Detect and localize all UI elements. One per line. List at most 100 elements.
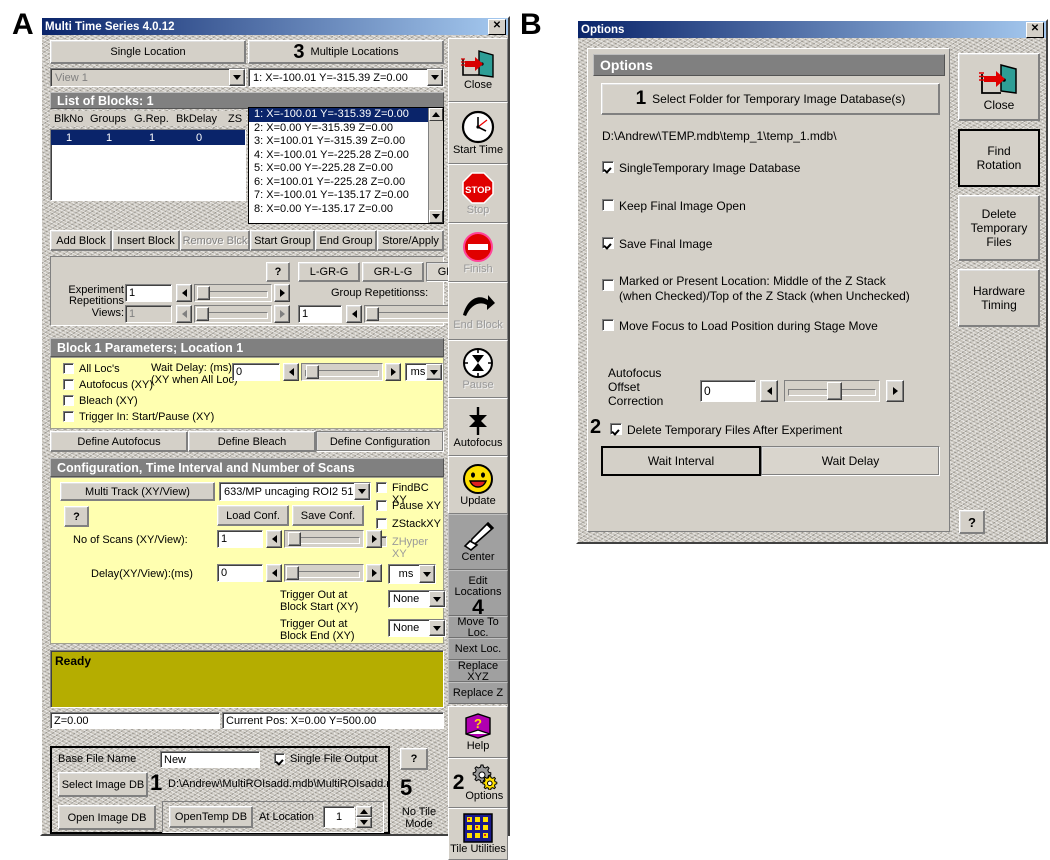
configuration-combo[interactable]: 633/MP uncaging ROI2 512 <box>219 482 371 501</box>
checkbox-box[interactable] <box>602 199 614 211</box>
list-item[interactable]: 8: X=0.00 Y=-135.17 Z=0.00 <box>249 203 443 217</box>
delay-left-arrow[interactable] <box>266 564 282 582</box>
toolbar-start-time-button[interactable]: Start Time <box>448 102 508 164</box>
checkbox-box[interactable] <box>376 500 387 511</box>
options-close-button[interactable]: Close <box>958 53 1040 121</box>
block-table[interactable]: 1 1 1 0 <box>50 129 246 201</box>
list-item[interactable]: 7: X=-100.01 Y=-135.17 Z=0.00 <box>249 189 443 203</box>
toolbar-edit-locations-button[interactable]: Edit Locations 4 <box>448 570 508 618</box>
delay-units-combo[interactable]: ms <box>388 564 436 584</box>
experiment-rep-slider[interactable] <box>194 284 272 302</box>
toolbar-end-block-button[interactable]: End Block <box>448 282 508 340</box>
save-conf-button[interactable]: Save Conf. <box>292 505 364 526</box>
toolbar-finish-button[interactable]: Finish <box>448 223 508 282</box>
checkbox-pause-xy[interactable]: Pause XY <box>376 500 441 512</box>
checkbox-box[interactable] <box>63 363 74 374</box>
stepper-down-icon[interactable] <box>356 817 372 828</box>
checkbox-box[interactable] <box>63 395 74 406</box>
checkbox-box[interactable] <box>63 411 74 422</box>
toolbar-next-loc-button[interactable]: Next Loc. <box>448 638 508 660</box>
location-combo[interactable]: 1: X=-100.01 Y=-315.39 Z=0.00 <box>248 68 444 87</box>
group-repetitions-input[interactable]: 1 <box>298 305 342 323</box>
checkbox-box[interactable] <box>376 482 387 493</box>
views-left-arrow[interactable] <box>176 305 192 323</box>
checkbox-move-focus-load-position[interactable]: Move Focus to Load Position during Stage… <box>602 319 878 333</box>
wait-delay-button[interactable]: Wait Delay <box>761 446 940 476</box>
toolbar-replace-xyz-button[interactable]: Replace XYZ <box>448 660 508 682</box>
list-item[interactable]: 1: X=-100.01 Y=-315.39 Z=0.00 <box>249 108 443 122</box>
scans-right-arrow[interactable] <box>366 530 382 548</box>
scans-slider[interactable] <box>284 530 364 548</box>
define-bleach-button[interactable]: Define Bleach <box>188 431 316 452</box>
toolbar-close-button[interactable]: Close <box>448 38 508 102</box>
checkbox-autofocus-xy[interactable]: Autofocus (XY) <box>63 379 153 391</box>
trigger-out-start-combo[interactable]: None <box>388 590 446 608</box>
toolbar-center-button[interactable]: Center <box>448 514 508 570</box>
tab-multiple-locations[interactable]: 3 Multiple Locations <box>248 40 444 64</box>
checkbox-single-file-output[interactable]: Single File Output <box>274 753 377 765</box>
open-image-db-button[interactable]: Open Image DB <box>58 805 156 830</box>
toolbar-replace-z-button[interactable]: Replace Z <box>448 682 508 704</box>
load-conf-button[interactable]: Load Conf. <box>217 505 289 526</box>
options-help-button[interactable]: ? <box>959 510 985 534</box>
experiment-rep-left-arrow[interactable] <box>176 284 192 302</box>
order-grlg-button[interactable]: GR-L-G <box>362 262 424 282</box>
base-file-name-input[interactable]: New <box>160 751 260 768</box>
toolbar-move-to-loc-button[interactable]: Move To Loc. <box>448 616 508 638</box>
no-of-scans-input[interactable]: 1 <box>217 530 263 548</box>
views-input[interactable]: 1 <box>125 305 172 323</box>
dropdown-scrollbar[interactable] <box>428 108 443 223</box>
select-image-db-button[interactable]: Select Image DB <box>58 772 148 797</box>
hardware-timing-button[interactable]: Hardware Timing <box>958 269 1040 327</box>
list-item[interactable]: 2: X=0.00 Y=-315.39 Z=0.00 <box>249 122 443 136</box>
autofocus-slider[interactable] <box>784 380 880 402</box>
toolbar-help-button[interactable]: ? Help <box>448 706 508 758</box>
experiment-rep-right-arrow[interactable] <box>274 284 290 302</box>
close-icon[interactable]: ✕ <box>1026 21 1044 38</box>
autofocus-right-arrow[interactable] <box>886 380 904 402</box>
multi-track-button[interactable]: Multi Track (XY/View) <box>60 482 215 501</box>
checkbox-box[interactable] <box>602 279 614 291</box>
add-block-button[interactable]: Add Block <box>50 230 112 251</box>
checkbox-zstack-xy[interactable]: ZStackXY <box>376 518 441 530</box>
select-folder-button[interactable]: 1 Select Folder for Temporary Image Data… <box>601 83 940 115</box>
checkbox-box[interactable] <box>602 237 614 249</box>
start-group-button[interactable]: Start Group <box>250 230 315 251</box>
define-configuration-button[interactable]: Define Configuration <box>316 431 444 452</box>
at-location-stepper[interactable] <box>356 806 372 828</box>
toolbar-options-button[interactable]: 2 Options <box>448 758 508 808</box>
scans-left-arrow[interactable] <box>266 530 282 548</box>
delay-input[interactable]: 0 <box>217 564 263 582</box>
insert-block-button[interactable]: Insert Block <box>112 230 180 251</box>
list-item[interactable]: 3: X=100.01 Y=-315.39 Z=0.00 <box>249 135 443 149</box>
delay-slider[interactable] <box>284 564 364 582</box>
toolbar-tile-utilities-button[interactable]: Tile Utilities <box>448 808 508 860</box>
file-help-button[interactable]: ? <box>400 748 428 770</box>
checkbox-keep-final-image-open[interactable]: Keep Final Image Open <box>602 199 746 213</box>
list-item[interactable]: 5: X=0.00 Y=-225.28 Z=0.00 <box>249 162 443 176</box>
delete-temporary-files-button[interactable]: Delete Temporary Files <box>958 195 1040 261</box>
list-item[interactable]: 4: X=-100.01 Y=-225.28 Z=0.00 <box>249 149 443 163</box>
order-help-button[interactable]: ? <box>266 262 290 282</box>
checkbox-box[interactable] <box>63 379 74 390</box>
checkbox-box[interactable] <box>610 423 622 435</box>
tab-single-location[interactable]: Single Location <box>50 40 246 64</box>
checkbox-box[interactable] <box>274 753 285 764</box>
checkbox-marked-or-present-location[interactable]: Marked or Present Location: Middle of th… <box>602 274 910 304</box>
define-autofocus-button[interactable]: Define Autofocus <box>50 431 188 452</box>
wait-interval-button[interactable]: Wait Interval <box>601 446 761 476</box>
checkbox-box[interactable] <box>376 518 387 529</box>
store-apply-button[interactable]: Store/Apply <box>377 230 444 251</box>
group-rep-left-arrow[interactable] <box>346 305 362 323</box>
wait-delay-slider[interactable] <box>301 363 383 381</box>
checkbox-delete-temporary-files[interactable]: Delete Temporary Files After Experiment <box>610 423 842 437</box>
wait-delay-left-arrow[interactable] <box>283 363 299 381</box>
checkbox-save-final-image[interactable]: Save Final Image <box>602 237 712 251</box>
checkbox-single-temporary-image-database[interactable]: SingleTemporary Image Database <box>602 161 800 175</box>
location-dropdown-list[interactable]: 1: X=-100.01 Y=-315.39 Z=0.00 2: X=0.00 … <box>248 107 444 224</box>
autofocus-left-arrow[interactable] <box>760 380 778 402</box>
toolbar-stop-button[interactable]: STOP Stop <box>448 164 508 223</box>
checkbox-all-locs[interactable]: All Loc's <box>63 363 120 375</box>
toolbar-update-button[interactable]: Update <box>448 456 508 514</box>
scroll-down-icon[interactable] <box>429 210 443 223</box>
